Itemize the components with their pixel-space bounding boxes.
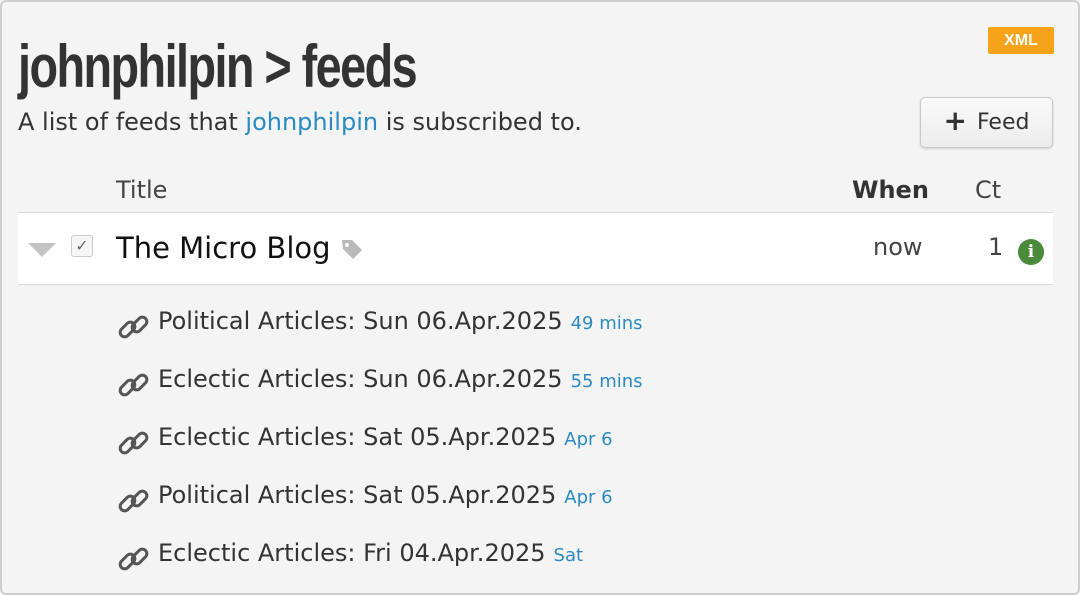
page-subtitle: A list of feeds that johnphilpin is subs…	[18, 106, 582, 138]
item-title[interactable]: Eclectic Articles: Fri 04.Apr.2025	[158, 539, 546, 567]
page-title: johnphilpin > feeds	[18, 33, 418, 100]
add-feed-button[interactable]: + Feed	[920, 97, 1053, 148]
list-item: Eclectic Articles: Sun 06.Apr.2025 55 mi…	[116, 365, 643, 405]
item-age: Apr 6	[564, 429, 613, 450]
item-age: 55 mins	[570, 371, 643, 392]
feed-name[interactable]: The Micro Blog	[116, 229, 331, 267]
item-title[interactable]: Eclectic Articles: Sun 06.Apr.2025	[158, 365, 563, 393]
item-title[interactable]: Political Articles: Sun 06.Apr.2025	[158, 307, 563, 335]
caret-down-icon[interactable]	[28, 243, 56, 257]
link-icon[interactable]	[116, 426, 152, 460]
feed-count: 1	[988, 233, 1004, 261]
tag-icon[interactable]	[340, 237, 364, 261]
list-item: Eclectic Articles: Fri 04.Apr.2025 Sat	[116, 539, 583, 579]
user-link[interactable]: johnphilpin	[245, 108, 378, 136]
item-age: 49 mins	[570, 313, 643, 334]
link-icon[interactable]	[116, 310, 152, 344]
item-title[interactable]: Eclectic Articles: Sat 05.Apr.2025	[158, 423, 556, 451]
list-item: Political Articles: Sun 06.Apr.2025 49 m…	[116, 307, 643, 347]
item-age: Sat	[553, 545, 584, 566]
link-icon[interactable]	[116, 484, 152, 518]
column-header-title[interactable]: Title	[116, 174, 167, 206]
xml-badge[interactable]: XML	[988, 27, 1054, 54]
column-header-when[interactable]: When	[852, 174, 929, 206]
feed-when: now	[873, 233, 923, 261]
item-age: Apr 6	[564, 487, 613, 508]
feed-checkbox[interactable]: ✓	[71, 235, 93, 257]
link-icon[interactable]	[116, 542, 152, 576]
info-icon[interactable]: i	[1018, 239, 1044, 265]
list-item: Eclectic Articles: Sat 05.Apr.2025 Apr 6	[116, 423, 613, 463]
add-feed-label: Feed	[976, 110, 1030, 135]
list-item: Political Articles: Sat 05.Apr.2025 Apr …	[116, 481, 613, 521]
item-title[interactable]: Political Articles: Sat 05.Apr.2025	[158, 481, 556, 509]
column-header-ct[interactable]: Ct	[975, 174, 1001, 206]
subtitle-text-before: A list of feeds that	[18, 108, 246, 136]
subtitle-text-after: is subscribed to.	[378, 108, 582, 136]
plus-icon: +	[943, 104, 967, 137]
link-icon[interactable]	[116, 368, 152, 402]
feed-row: ✓ The Micro Blog now 1 i	[18, 212, 1053, 285]
